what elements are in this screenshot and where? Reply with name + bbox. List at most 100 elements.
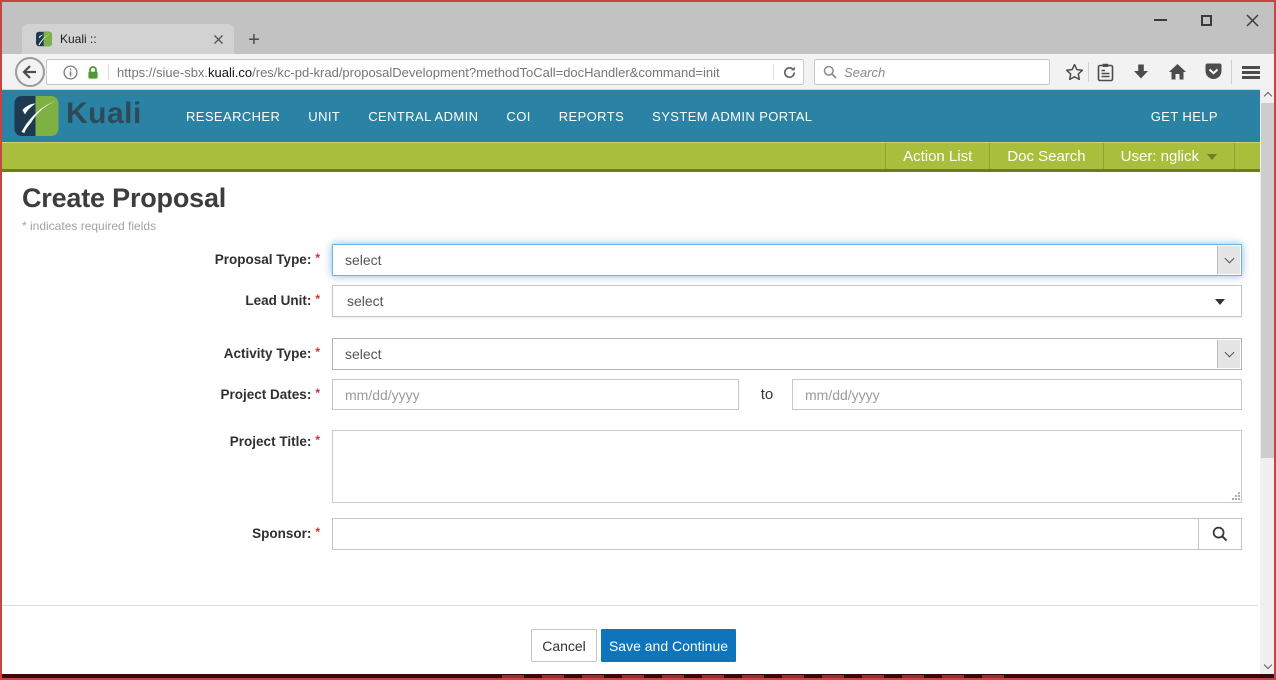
reload-icon[interactable]	[782, 65, 797, 80]
app-header: Kuali RESEARCHER UNIT CENTRAL ADMIN COI …	[2, 90, 1260, 142]
project-dates-label: Project Dates: *	[2, 379, 320, 411]
user-menu[interactable]: User: nglick	[1102, 143, 1234, 169]
home-icon[interactable]	[1164, 59, 1190, 85]
main-content: Create Proposal * indicates required fie…	[2, 172, 1260, 674]
bookmarks-list-icon[interactable]	[1092, 59, 1118, 85]
page-title: Create Proposal	[22, 183, 227, 213]
required-asterisk: *	[315, 345, 320, 359]
scroll-down-icon[interactable]	[1260, 659, 1274, 674]
tab-title: Kuali ::	[60, 32, 97, 46]
browser-window: Kuali :: + https://siue-sbx.kuali.co/res…	[0, 0, 1276, 680]
kuali-wordmark: Kuali	[66, 97, 142, 130]
sponsor-label-text: Sponsor:	[252, 526, 312, 541]
pocket-icon[interactable]	[1200, 59, 1226, 85]
utility-bar-end	[1234, 143, 1260, 169]
required-asterisk: *	[315, 292, 320, 306]
page-info-icon[interactable]	[63, 64, 78, 80]
sponsor-input[interactable]	[332, 518, 1199, 550]
kuali-logo-icon[interactable]	[14, 96, 59, 136]
window-minimize-button[interactable]	[1152, 12, 1168, 28]
lead-unit-label-text: Lead Unit:	[245, 293, 312, 308]
scrollbar-thumb[interactable]	[1261, 103, 1274, 458]
user-menu-label: User: nglick	[1120, 147, 1199, 165]
url-prefix: https://siue-sbx.	[117, 64, 209, 80]
project-start-date-input[interactable]	[332, 379, 739, 410]
project-title-label-text: Project Title:	[229, 434, 312, 449]
project-title-label: Project Title: *	[2, 432, 320, 452]
activity-type-label: Activity Type: *	[2, 338, 320, 370]
required-fields-note: * indicates required fields	[22, 219, 157, 233]
sponsor-search-button[interactable]	[1198, 518, 1242, 550]
tab-close-icon[interactable]	[213, 34, 224, 45]
kuali-favicon-icon	[36, 31, 52, 47]
lead-unit-label: Lead Unit: *	[2, 285, 320, 317]
save-and-continue-button[interactable]: Save and Continue	[601, 629, 736, 662]
toolbar-separator	[1088, 62, 1089, 82]
get-help-link[interactable]: GET HELP	[1151, 90, 1218, 142]
reload-separator	[773, 64, 774, 80]
search-icon	[1212, 526, 1228, 542]
chevron-down-icon	[1224, 347, 1234, 357]
utility-bar: Action List Doc Search User: nglick	[2, 142, 1260, 172]
url-domain: kuali.co	[208, 64, 253, 80]
window-maximize-button[interactable]	[1198, 12, 1214, 28]
window-close-button[interactable]	[1244, 12, 1260, 28]
window-titlebar: Kuali :: +	[2, 2, 1274, 54]
nav-item-coi[interactable]: COI	[506, 109, 530, 124]
required-asterisk: *	[315, 525, 320, 539]
nav-item-researcher[interactable]: RESEARCHER	[186, 109, 280, 124]
search-input[interactable]	[844, 64, 1041, 80]
project-title-textarea[interactable]	[332, 430, 1242, 503]
url-path: /res/kc-pd-krad/proposalDevelopment?meth…	[252, 64, 720, 80]
activity-type-select[interactable]: select	[332, 338, 1242, 370]
window-controls	[1152, 12, 1260, 28]
bottom-edge-strip	[2, 674, 1274, 678]
proposal-type-select[interactable]: select	[332, 244, 1242, 276]
scroll-up-icon[interactable]	[1260, 87, 1274, 102]
toolbar-separator	[1231, 60, 1232, 84]
footer-divider	[2, 605, 1258, 606]
https-lock-icon[interactable]	[86, 65, 100, 80]
app-nav: RESEARCHER UNIT CENTRAL ADMIN COI REPORT…	[186, 90, 812, 142]
nav-item-unit[interactable]: UNIT	[308, 109, 340, 124]
activity-type-value: select	[345, 346, 382, 362]
action-list-link[interactable]: Action List	[885, 143, 989, 169]
caret-down-icon	[1215, 299, 1225, 305]
lead-unit-value: select	[347, 293, 384, 309]
project-end-date-input[interactable]	[792, 379, 1242, 410]
nav-item-reports[interactable]: REPORTS	[559, 109, 624, 124]
browser-tab[interactable]: Kuali ::	[22, 24, 234, 54]
back-button[interactable]	[15, 57, 45, 87]
url-separator	[108, 64, 109, 80]
downloads-icon[interactable]	[1128, 59, 1154, 85]
nav-item-central-admin[interactable]: CENTRAL ADMIN	[368, 109, 478, 124]
cancel-button[interactable]: Cancel	[531, 629, 597, 662]
project-dates-label-text: Project Dates:	[220, 387, 312, 402]
search-icon	[823, 65, 837, 79]
doc-search-label: Doc Search	[1007, 147, 1086, 165]
bottom-edge-pattern	[502, 675, 1022, 678]
nav-item-system-admin-portal[interactable]: SYSTEM ADMIN PORTAL	[652, 109, 812, 124]
user-menu-caret-icon	[1207, 154, 1217, 160]
required-asterisk: *	[315, 433, 320, 447]
sponsor-label: Sponsor: *	[2, 518, 320, 550]
proposal-type-dropdown-button[interactable]	[1217, 246, 1240, 274]
action-list-label: Action List	[903, 147, 973, 165]
menu-hamburger-icon[interactable]	[1242, 59, 1268, 85]
lead-unit-dropdown[interactable]: select	[332, 285, 1242, 317]
dates-to-label: to	[760, 386, 774, 403]
url-text: https://siue-sbx.kuali.co/res/kc-pd-krad…	[117, 65, 720, 80]
search-box[interactable]	[814, 59, 1050, 85]
url-bar[interactable]: https://siue-sbx.kuali.co/res/kc-pd-krad…	[46, 59, 804, 85]
required-asterisk: *	[315, 386, 320, 400]
activity-type-dropdown-button[interactable]	[1217, 340, 1240, 368]
new-tab-button[interactable]: +	[242, 28, 266, 52]
vertical-scrollbar[interactable]	[1260, 87, 1274, 674]
activity-type-label-text: Activity Type:	[223, 346, 312, 361]
proposal-type-value: select	[345, 252, 382, 268]
proposal-type-label-text: Proposal Type:	[214, 252, 312, 267]
doc-search-link[interactable]: Doc Search	[989, 143, 1102, 169]
required-asterisk: *	[315, 251, 320, 265]
chevron-down-icon	[1224, 253, 1234, 263]
bookmark-star-icon[interactable]	[1061, 59, 1087, 85]
